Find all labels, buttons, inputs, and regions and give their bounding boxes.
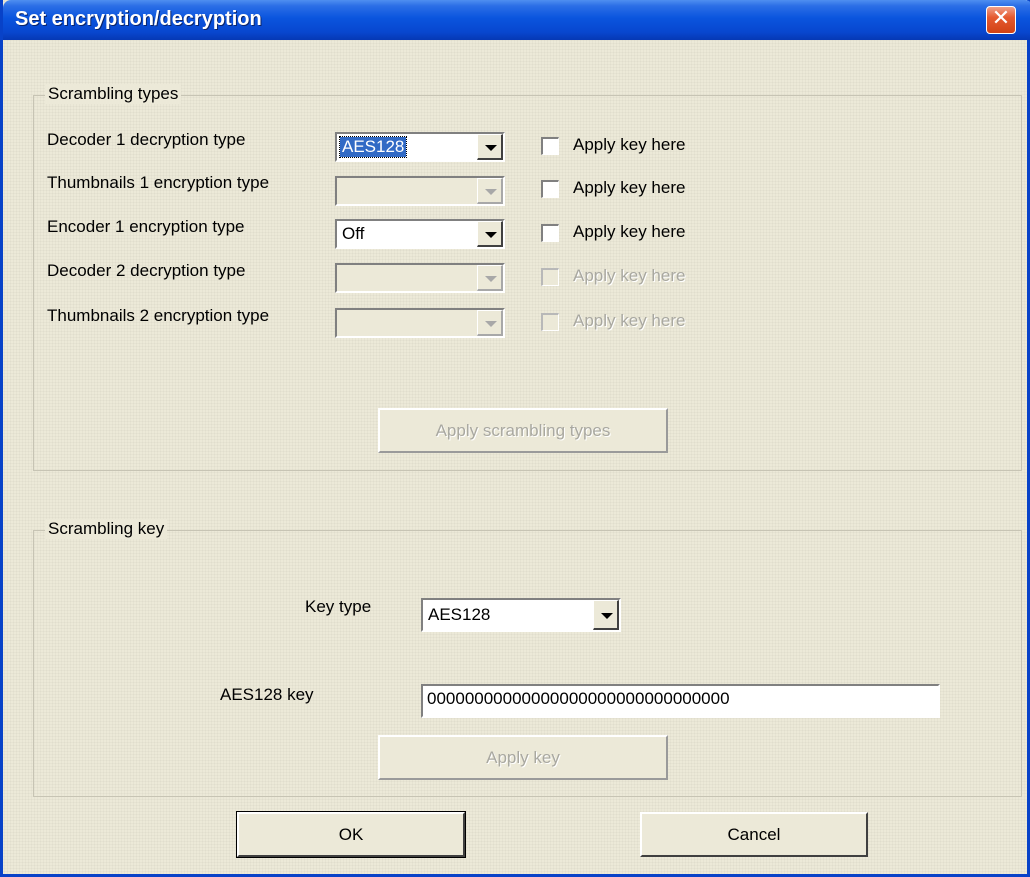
encoder1-apply-key-label[interactable]: Apply key here: [573, 222, 685, 242]
decoder2-type-select: [335, 263, 505, 293]
dialog-window: Set encryption/decryption ✕ Scrambling t…: [0, 0, 1030, 877]
title-bar[interactable]: Set encryption/decryption ✕: [3, 0, 1030, 40]
chevron-down-icon: [485, 189, 497, 195]
encoder1-apply-key-checkbox[interactable]: [541, 224, 559, 242]
decoder2-apply-key-label: Apply key here: [573, 266, 686, 285]
dialog-title: Set encryption/decryption: [15, 8, 262, 30]
key-type-select[interactable]: AES128: [421, 598, 621, 632]
thumbnails2-type-select: [335, 308, 505, 338]
cancel-button[interactable]: Cancel: [640, 812, 868, 857]
decoder1-type-select[interactable]: AES128: [335, 132, 505, 162]
thumbnails1-apply-key-checkbox[interactable]: [541, 180, 559, 198]
thumbnails1-apply-key-label[interactable]: Apply key here: [573, 178, 685, 198]
scrambling-key-title: Scrambling key: [45, 519, 168, 539]
thumbnails1-label: Thumbnails 1 encryption type: [47, 173, 270, 192]
thumbnails2-apply-key-checkbox: [541, 313, 559, 331]
chevron-down-icon: [485, 276, 497, 282]
chevron-down-icon: [485, 321, 497, 327]
aes128-key-label: AES128 key: [220, 685, 314, 704]
encoder1-dropdown-button[interactable]: [477, 221, 503, 247]
decoder1-apply-key-checkbox[interactable]: [541, 137, 559, 155]
scrambling-types-title: Scrambling types: [45, 84, 182, 104]
ok-button[interactable]: OK: [236, 811, 466, 858]
encoder1-type-value: Off: [342, 224, 365, 243]
decoder2-label: Decoder 2 decryption type: [47, 261, 246, 280]
close-button[interactable]: ✕: [986, 6, 1016, 34]
chevron-down-icon: [485, 232, 497, 238]
chevron-down-icon: [485, 145, 497, 151]
decoder1-label: Decoder 1 decryption type: [47, 130, 246, 149]
thumbnails2-dropdown-button: [477, 310, 503, 336]
chevron-down-icon: [601, 613, 613, 619]
key-type-label: Key type: [305, 597, 372, 616]
aes128-key-input[interactable]: 00000000000000000000000000000000: [421, 684, 940, 718]
thumbnails1-dropdown-button: [477, 178, 503, 204]
decoder1-apply-key-label[interactable]: Apply key here: [573, 135, 685, 155]
apply-key-button[interactable]: Apply key: [378, 735, 668, 780]
key-type-value: AES128: [428, 605, 491, 624]
thumbnails2-label: Thumbnails 2 encryption type: [47, 306, 270, 325]
decoder2-apply-key-checkbox: [541, 268, 559, 286]
thumbnails2-apply-key-label: Apply key here: [573, 311, 686, 330]
decoder2-dropdown-button: [477, 265, 503, 291]
thumbnails1-type-select: [335, 176, 505, 206]
key-type-dropdown-button[interactable]: [593, 600, 619, 630]
encoder1-label: Encoder 1 encryption type: [47, 217, 245, 236]
decoder1-type-value: AES128: [338, 136, 408, 158]
close-icon: ✕: [991, 6, 1011, 31]
encoder1-type-select[interactable]: Off: [335, 219, 505, 249]
apply-scrambling-types-button[interactable]: Apply scrambling types: [378, 408, 668, 453]
decoder1-dropdown-button[interactable]: [477, 134, 503, 160]
